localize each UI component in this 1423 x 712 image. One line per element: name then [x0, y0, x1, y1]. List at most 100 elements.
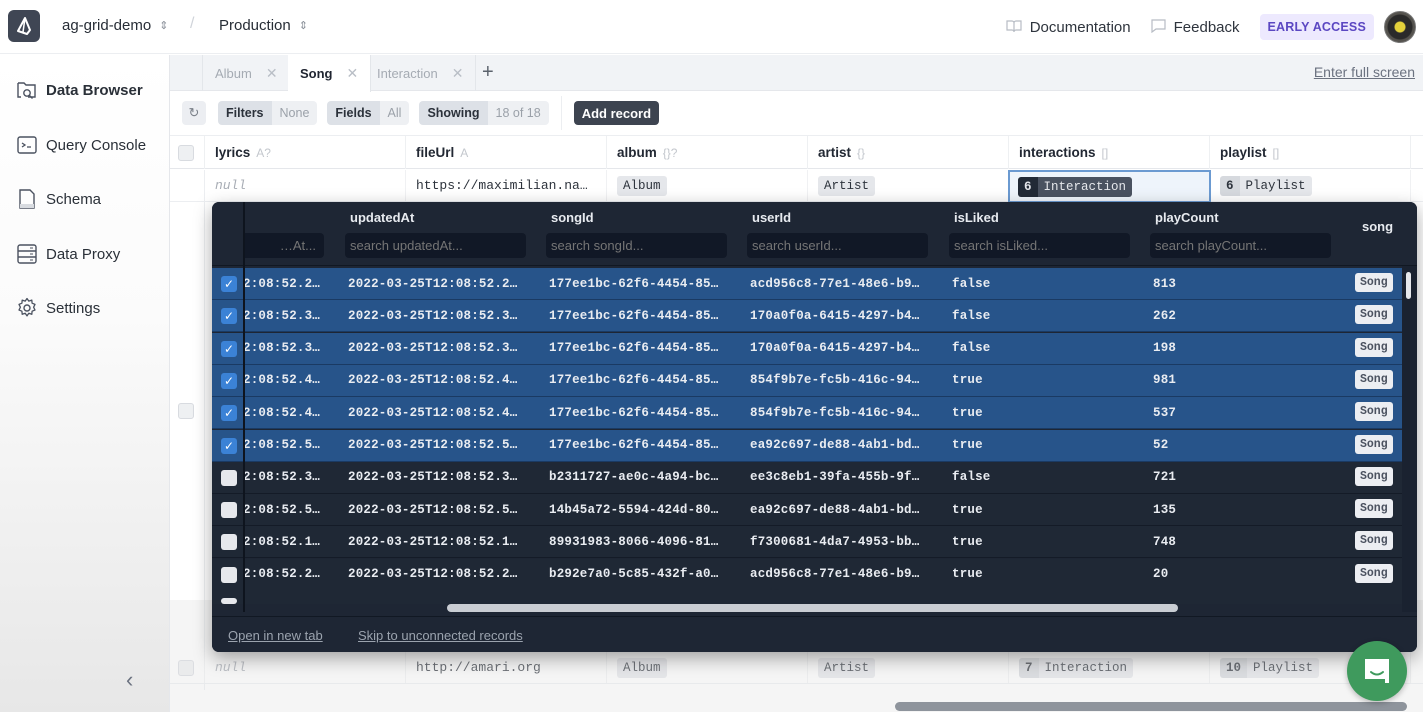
cell-play-count[interactable]: 262 [1153, 300, 1348, 331]
cell-song-id[interactable]: 177ee1bc-62f6-4454-85… [549, 333, 744, 364]
cell-interactions[interactable]: 7 Interaction [1009, 652, 1210, 683]
cell-user-id[interactable]: f7300681-4da7-4953-bb… [750, 526, 945, 557]
fields-button[interactable]: Fields All [327, 101, 410, 125]
cell-song-id[interactable]: 14b45a72-5594-424d-80… [549, 494, 744, 525]
row-checkbox[interactable] [178, 403, 194, 419]
song-relation-button[interactable]: Song [1355, 369, 1393, 389]
cell-fileurl[interactable]: https://maximilian.na… [406, 170, 607, 201]
column-header-artist[interactable]: artist {} [808, 136, 1009, 169]
song-relation-button[interactable]: Song [1355, 337, 1393, 357]
cell-song-id[interactable]: b292e7a0-5c85-432f-a0… [549, 559, 744, 590]
cell-user-id[interactable]: 854f9b7e-fc5b-416c-94… [750, 365, 945, 396]
close-icon[interactable]: ✕ [266, 65, 278, 82]
cell-user-id[interactable]: ee3c8eb1-39fa-455b-9f… [750, 462, 945, 493]
cell-is-liked[interactable]: true [952, 397, 1147, 428]
sidebar-item-schema[interactable]: Schema [16, 188, 101, 210]
cell-play-count[interactable]: 52 [1153, 430, 1348, 461]
table-row[interactable]: null https://maximilian.na… Album Artist… [170, 170, 1423, 690]
song-relation-button[interactable]: Song [1355, 499, 1393, 519]
search-updatedat-input[interactable] [345, 233, 526, 258]
select-all-checkbox[interactable] [178, 144, 194, 161]
cell-play-count[interactable]: 981 [1153, 365, 1348, 396]
cell-play-count[interactable]: 748 [1153, 526, 1348, 557]
close-icon[interactable]: ✕ [347, 65, 359, 82]
cell-song-id[interactable]: 177ee1bc-62f6-4454-85… [549, 430, 744, 461]
cell-is-liked[interactable]: false [952, 462, 1147, 493]
row-checkbox-checked[interactable]: ✓ [221, 437, 237, 454]
cell-lyrics[interactable]: null [205, 170, 406, 201]
artist-relation-chip[interactable]: Artist [818, 657, 876, 678]
sidebar-item-settings[interactable]: Settings [16, 297, 100, 319]
row-checkbox-checked[interactable]: ✓ [221, 308, 237, 325]
search-createdat-input[interactable] [243, 233, 324, 258]
cell-album[interactable]: Album [607, 652, 808, 683]
row-checkbox[interactable] [221, 534, 237, 551]
cell-lyrics[interactable]: null [205, 652, 406, 683]
popover-horizontal-scrollbar[interactable] [447, 604, 1178, 612]
playlist-relation-chip[interactable]: 6 Playlist [1220, 175, 1312, 196]
row-checkbox[interactable] [221, 566, 237, 583]
popover-row[interactable]: 2:08:52.3… 2022-03-25T12:08:52.3… b2311727… [212, 461, 1402, 494]
sidebar-item-query-console[interactable]: Query Console [16, 134, 146, 156]
cell-album[interactable]: Album [607, 170, 808, 201]
collapse-sidebar-button[interactable]: ‹ [126, 667, 133, 693]
cell-is-liked[interactable]: true [952, 559, 1147, 590]
cell-song-id[interactable]: 177ee1bc-62f6-4454-85… [549, 365, 744, 396]
cell-user-id[interactable]: acd956c8-77e1-48e6-b9… [750, 559, 945, 590]
cell-playlist[interactable]: 6 Playlist [1210, 170, 1411, 201]
cell-play-count[interactable]: 537 [1153, 397, 1348, 428]
cell-is-liked[interactable]: true [952, 494, 1147, 525]
row-checkbox-checked[interactable]: ✓ [221, 340, 237, 357]
cell-play-count[interactable]: 813 [1153, 268, 1348, 299]
environment-selector[interactable]: Production ⇕ [219, 17, 308, 34]
support-chat-button[interactable] [1347, 641, 1407, 701]
cell-play-count[interactable]: 20 [1153, 559, 1348, 590]
popover-row[interactable]: ✓ 2:08:52.4… 2022-03-25T12:08:52.4… 177ee1b… [212, 364, 1402, 397]
cell-user-id[interactable]: ea92c697-de88-4ab1-bd… [750, 494, 945, 525]
user-avatar[interactable] [1384, 11, 1416, 43]
showing-button[interactable]: Showing 18 of 18 [419, 101, 549, 125]
column-header-interactions[interactable]: interactions [] [1009, 136, 1210, 169]
row-checkbox[interactable] [178, 659, 194, 676]
song-relation-button[interactable]: Song [1355, 434, 1393, 454]
cell-song-id[interactable]: 177ee1bc-62f6-4454-85… [549, 300, 744, 331]
cell-song-id[interactable]: b2311727-ae0c-4a94-bc… [549, 462, 744, 493]
cell-created-at[interactable]: 2:08:52.3… [243, 333, 343, 364]
cell-created-at[interactable]: 2:08:52.1… [243, 526, 343, 557]
column-header-album[interactable]: album {}? [607, 136, 808, 169]
cell-user-id[interactable]: ea92c697-de88-4ab1-bd… [750, 430, 945, 461]
sidebar-item-data-proxy[interactable]: Data Proxy [16, 243, 120, 265]
cell-is-liked[interactable]: false [952, 333, 1147, 364]
cell-created-at[interactable]: 2:08:52.2… [243, 559, 343, 590]
cell-updated-at[interactable]: 2022-03-25T12:08:52.2… [348, 268, 543, 299]
cell-play-count[interactable]: 721 [1153, 462, 1348, 493]
cell-play-count[interactable]: 135 [1153, 494, 1348, 525]
cell-updated-at[interactable]: 2022-03-25T12:08:52.3… [348, 333, 543, 364]
cell-created-at[interactable]: 2:08:52.2… [243, 268, 343, 299]
popover-row[interactable]: ✓ 2:08:52.3… 2022-03-25T12:08:52.3… 177ee1b… [212, 332, 1402, 365]
feedback-link[interactable]: Feedback [1151, 19, 1240, 36]
playlist-relation-chip[interactable]: 10 Playlist [1220, 657, 1320, 678]
cell-is-liked[interactable]: false [952, 268, 1147, 299]
table-row[interactable]: null http://amari.org Album Artist 7 Inte… [170, 652, 1423, 684]
popover-row[interactable]: 2:08:52.5… 2022-03-25T12:08:52.5… 14b45a72… [212, 494, 1402, 527]
cell-updated-at[interactable]: 2022-03-25T12:08:52.5… [348, 430, 543, 461]
cell-created-at[interactable]: 2:08:52.3… [243, 462, 343, 493]
documentation-link[interactable]: Documentation [1006, 19, 1131, 36]
song-relation-button[interactable]: Song [1355, 402, 1393, 422]
cell-interactions-selected[interactable]: 6 Interaction [1008, 170, 1211, 203]
cell-play-count[interactable]: 198 [1153, 333, 1348, 364]
cell-song-id[interactable]: 177ee1bc-62f6-4454-85… [549, 397, 744, 428]
search-playcount-input[interactable] [1150, 233, 1331, 258]
song-relation-button[interactable]: Song [1355, 563, 1393, 583]
cell-updated-at[interactable]: 2022-03-25T12:08:52.2… [348, 559, 543, 590]
tab-album[interactable]: Album ✕ [203, 55, 291, 91]
tab-song[interactable]: Song ✕ [288, 55, 372, 92]
filters-button[interactable]: Filters None [218, 101, 318, 125]
interactions-relation-chip[interactable]: 6 Interaction [1018, 176, 1133, 197]
skip-to-unconnected-link[interactable]: Skip to unconnected records [358, 628, 523, 643]
cell-song-id[interactable]: 177ee1bc-62f6-4454-85… [549, 268, 744, 299]
cell-updated-at[interactable]: 2022-03-25T12:08:52.5… [348, 494, 543, 525]
cell-user-id[interactable]: 170a0f0a-6415-4297-b4… [750, 333, 945, 364]
cell-user-id[interactable]: 170a0f0a-6415-4297-b4… [750, 300, 945, 331]
